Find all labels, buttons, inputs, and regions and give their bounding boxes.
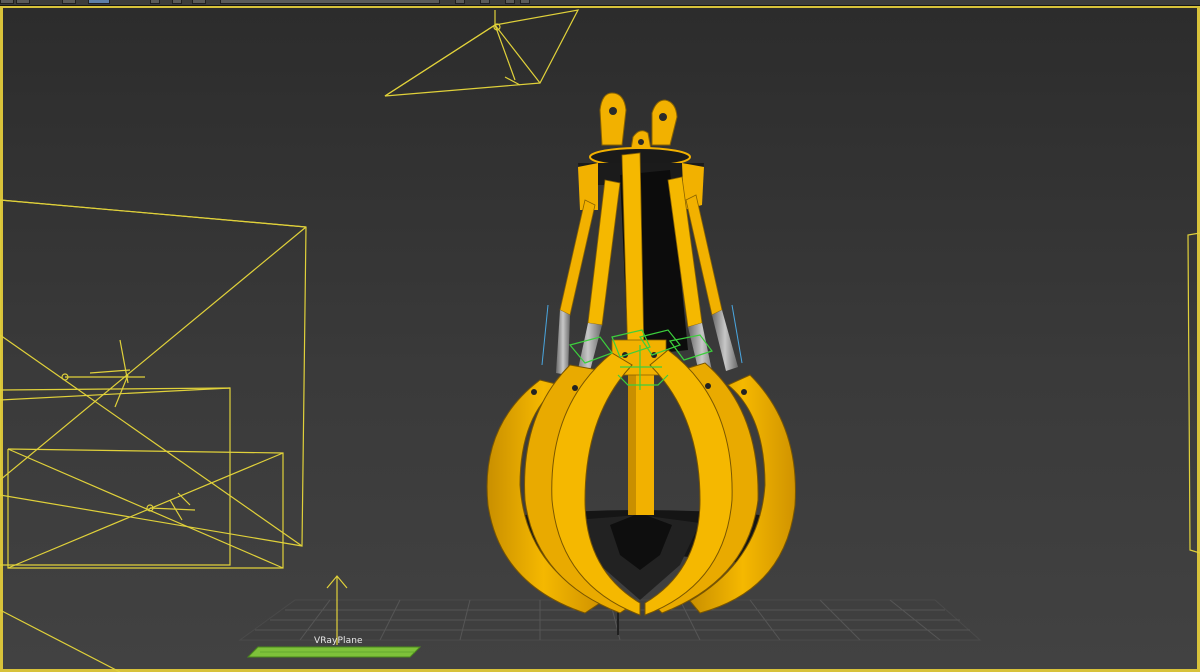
light-gizmo-right-edge[interactable] xyxy=(1187,232,1200,554)
toolbar-button[interactable] xyxy=(520,0,530,4)
light-gizmo-left[interactable] xyxy=(0,199,307,672)
toolbar-button[interactable] xyxy=(192,0,206,4)
toolbar-button[interactable] xyxy=(505,0,515,4)
toolbar-button[interactable] xyxy=(0,0,14,4)
vray-plane-label: VRayPlane xyxy=(314,636,363,646)
toolbar-button[interactable] xyxy=(16,0,30,4)
toolbar-button[interactable] xyxy=(172,0,182,4)
toolbar-button[interactable] xyxy=(150,0,160,4)
light-gizmo-top[interactable] xyxy=(384,9,580,97)
clamshell-grab-model[interactable] xyxy=(486,92,796,616)
main-toolbar xyxy=(0,0,1200,6)
toolbar-button[interactable] xyxy=(455,0,465,4)
3d-editor-window: VRayPlane xyxy=(0,0,1200,672)
perspective-viewport[interactable]: VRayPlane xyxy=(0,5,1200,672)
toolbar-button[interactable] xyxy=(480,0,490,4)
toolbar-button-active[interactable] xyxy=(88,0,110,4)
toolbar-dropdown[interactable] xyxy=(220,0,440,4)
toolbar-button[interactable] xyxy=(62,0,76,4)
viewport-canvas[interactable] xyxy=(0,5,1200,672)
